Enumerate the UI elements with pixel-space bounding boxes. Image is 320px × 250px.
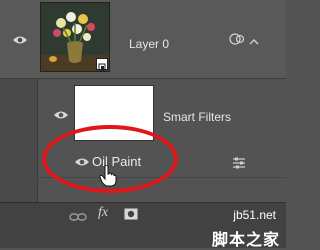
watermark-text: 脚本之家	[211, 232, 280, 249]
smart-filters-label[interactable]: Smart Filters	[163, 110, 231, 124]
add-mask-icon[interactable]	[124, 207, 138, 225]
hand-cursor-icon	[99, 164, 117, 192]
smart-object-badge-icon	[96, 58, 108, 71]
layer-thumbnail[interactable]	[40, 2, 110, 72]
smart-filter-toggle-icon[interactable]	[229, 32, 245, 51]
blending-options-icon[interactable]	[232, 156, 246, 174]
eye-icon[interactable]	[12, 35, 28, 45]
collapse-chevron-icon[interactable]	[249, 33, 259, 51]
layers-panel: Layer 0 Smart Filters Oil Paint fx jb51.…	[0, 0, 286, 249]
layer-name[interactable]: Layer 0	[129, 37, 169, 51]
watermark-site: jb51.net	[233, 208, 276, 222]
layer-style-fx-button[interactable]: fx	[98, 205, 108, 221]
eye-icon[interactable]	[53, 110, 69, 120]
link-layers-icon[interactable]	[69, 209, 87, 227]
layer-row[interactable]: Layer 0	[0, 0, 286, 79]
